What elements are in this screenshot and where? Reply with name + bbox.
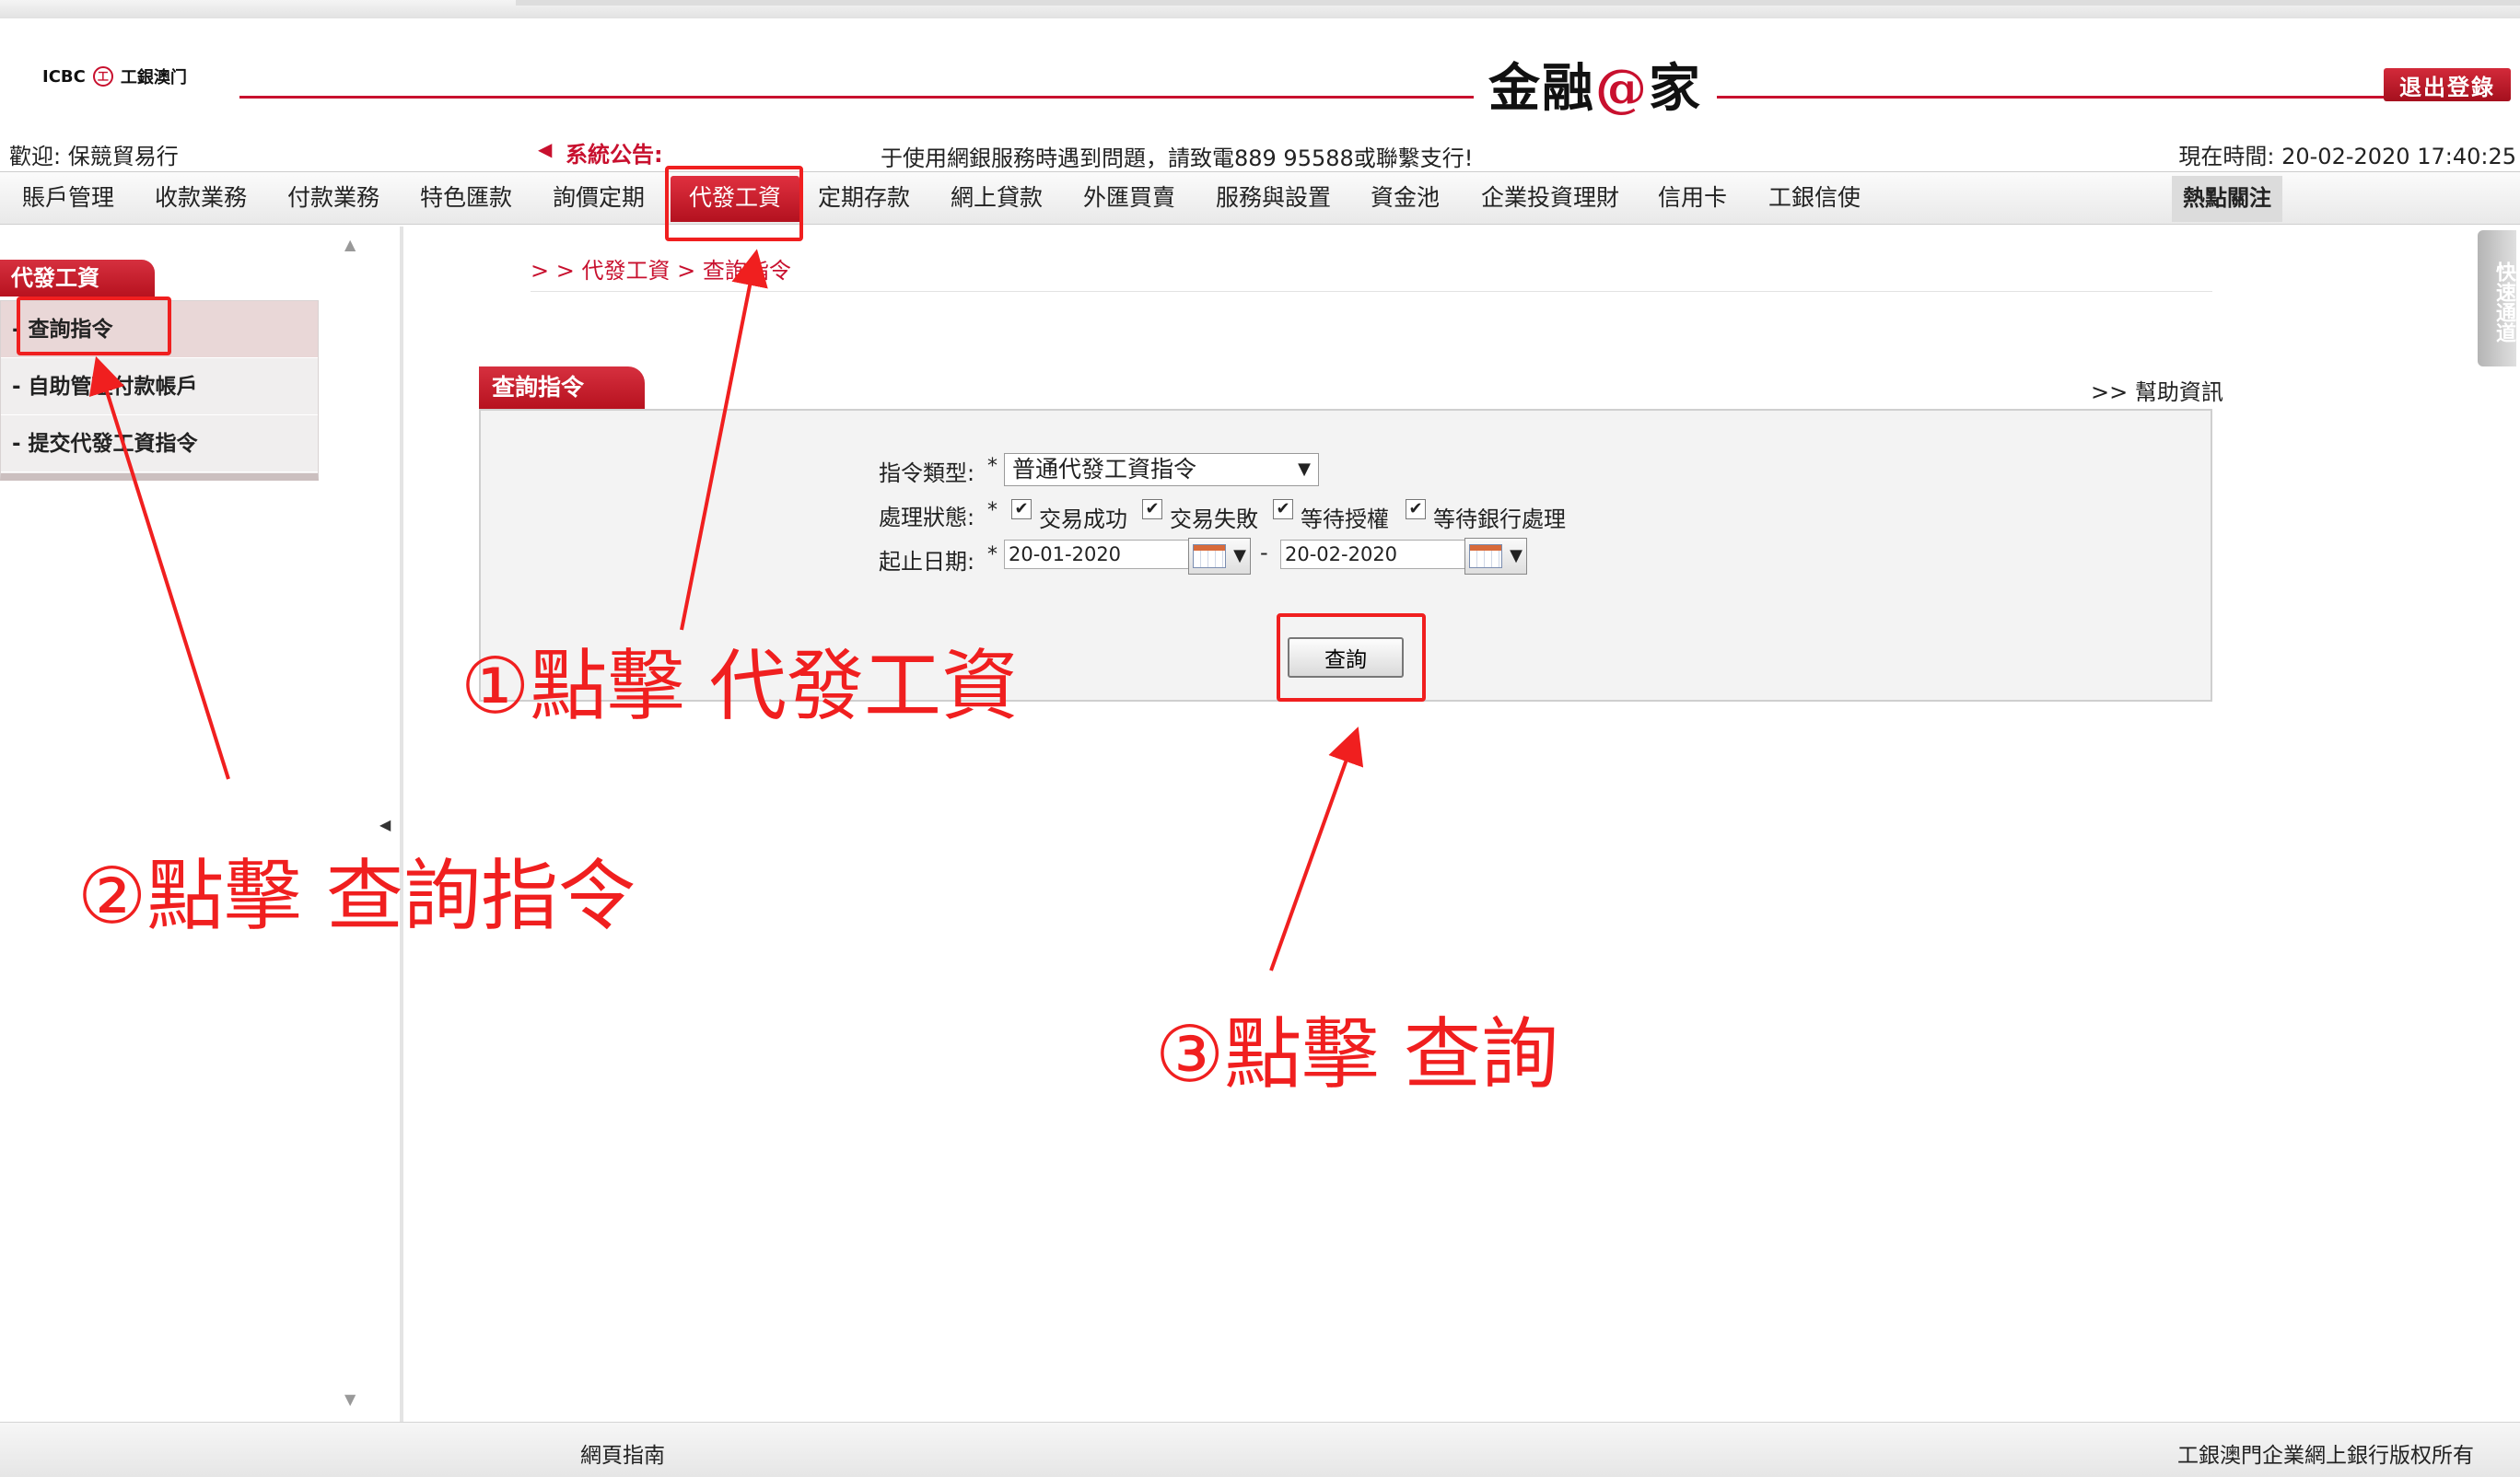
brand-left: 金融 [1488,58,1595,119]
required-mark: * [987,543,998,566]
nav-item-fixed-deposit[interactable]: 定期存款 [818,172,910,226]
nav-item-receivables[interactable]: 收款業務 [155,172,247,226]
checkbox-failed[interactable]: ✔ [1142,499,1162,519]
welcome-text: 歡迎: 保競貿易行 [9,144,179,169]
panel-title: 查詢指令 [479,366,645,409]
icbc-logo: ICBC 工 工銀澳门 [42,63,187,90]
start-calendar-button[interactable]: ▼ [1188,538,1251,575]
brand-right: 家 [1649,58,1702,119]
nav-item-payments[interactable]: 付款業務 [287,172,379,226]
annotation-step3: ③點擊 查詢 [1155,1009,1559,1099]
current-time: 現在時間: 20-02-2020 17:40:25 [2178,144,2516,169]
nav-item-service-settings[interactable]: 服務與設置 [1216,172,1331,226]
date-label: 起止日期: [879,549,975,575]
quick-channel-tab[interactable]: 快速通道 [2478,230,2516,366]
end-date-input[interactable]: 20-02-2020 [1280,540,1468,569]
required-mark: * [987,499,998,522]
checkbox-awaiting-bank[interactable]: ✔ [1406,499,1426,519]
annotation-step1: ①點擊 代發工資 [461,641,1020,731]
status-label: 處理狀態: [879,505,975,530]
annotation-box-query-button [1277,613,1426,702]
top-chrome-strip [0,0,2520,18]
status-awaiting-bank-label: 等待銀行處理 [1433,506,1566,532]
sidebar-item-submit-payroll[interactable]: - 提交代發工資指令 [1,415,318,472]
speaker-icon: ◀ [538,138,553,160]
notice-label: 系統公告: [566,142,663,168]
required-mark: * [987,455,998,478]
calendar-icon [1469,544,1502,568]
status-awaiting-auth-label: 等待授權 [1301,506,1389,532]
breadcrumb-divider [531,291,2212,292]
type-label: 指令類型: [879,460,975,486]
footer-guide-link[interactable]: 網頁指南 [580,1437,665,1469]
instruction-type-select[interactable]: 普通代發工資指令 ▼ [1004,453,1319,486]
nav-item-messenger[interactable]: 工銀信使 [1768,172,1861,226]
status-success-label: 交易成功 [1039,506,1127,532]
scroll-down-icon[interactable]: ▼ [344,1390,356,1408]
brand-title: 金融@家 [1474,57,1717,120]
annotation-box-payroll [665,166,803,241]
date-separator: - [1260,540,1268,565]
help-link[interactable]: >> 幫助資訊 [2091,374,2223,406]
nav-item-cash-pool[interactable]: 資金池 [1371,172,1440,226]
icbc-mark-icon: 工 [92,66,113,87]
logo-subtitle: 工銀澳门 [120,68,187,87]
footer-copyright: 工銀澳門企業網上銀行版权所有 [2177,1444,2474,1468]
scroll-up-icon[interactable]: ▲ [344,236,356,253]
sidebar: ▲ 代發工資 - 查詢指令 - 自助管理付款帳戶 - 提交代發工資指令 ◀ ▼ [0,227,403,1422]
checkbox-awaiting-auth[interactable]: ✔ [1273,499,1293,519]
tab-hot-topics[interactable]: 熱點關注 [2172,176,2282,222]
dropdown-arrow-icon: ▼ [1233,546,1246,565]
nav-item-forex[interactable]: 外匯買賣 [1083,172,1175,226]
nav-item-online-loan[interactable]: 網上貸款 [951,172,1043,226]
sidebar-title: 代發工資 [0,260,155,297]
nav-item-credit-card[interactable]: 信用卡 [1658,172,1727,226]
dropdown-arrow-icon: ▼ [1510,546,1522,565]
calendar-icon [1193,544,1226,568]
logo-text: ICBC [42,66,86,87]
nav-item-accounts[interactable]: 賬戶管理 [22,172,114,226]
status-failed-label: 交易失敗 [1170,506,1258,532]
header-divider [239,96,2386,99]
checkbox-success[interactable]: ✔ [1011,499,1032,519]
instruction-type-value: 普通代發工資指令 [1012,456,1197,483]
nav-item-investment[interactable]: 企業投資理財 [1481,172,1619,226]
nav-item-inquiry-deposit[interactable]: 詢價定期 [553,172,645,226]
sidebar-item-manage-accounts[interactable]: - 自助管理付款帳戶 [1,358,318,415]
start-date-input[interactable]: 20-01-2020 [1004,540,1192,569]
nav-item-remittance[interactable]: 特色匯款 [420,172,512,226]
dropdown-arrow-icon: ▼ [1298,459,1311,479]
logout-button[interactable]: 退出登錄 [2384,68,2511,101]
brand-at: @ [1595,58,1649,119]
annotation-box-query-instructions [17,297,171,355]
annotation-step2: ②點擊 查詢指令 [77,851,636,941]
arrow-step3 [1269,727,1364,971]
main-nav: 賬戶管理 收款業務 付款業務 特色匯款 詢價定期 代發工資 定期存款 網上貸款 … [0,171,2520,225]
end-calendar-button[interactable]: ▼ [1464,538,1527,575]
breadcrumb[interactable]: > > 代發工資 > 查詢指令 [531,252,791,285]
footer: 網頁指南 工銀澳門企業網上銀行版权所有 [0,1422,2520,1477]
collapse-sidebar-icon[interactable]: ◀ [379,816,391,833]
notice-text: 于使用網銀服務時遇到問題，請致電889 95588或聯繫支行! [881,145,1474,171]
